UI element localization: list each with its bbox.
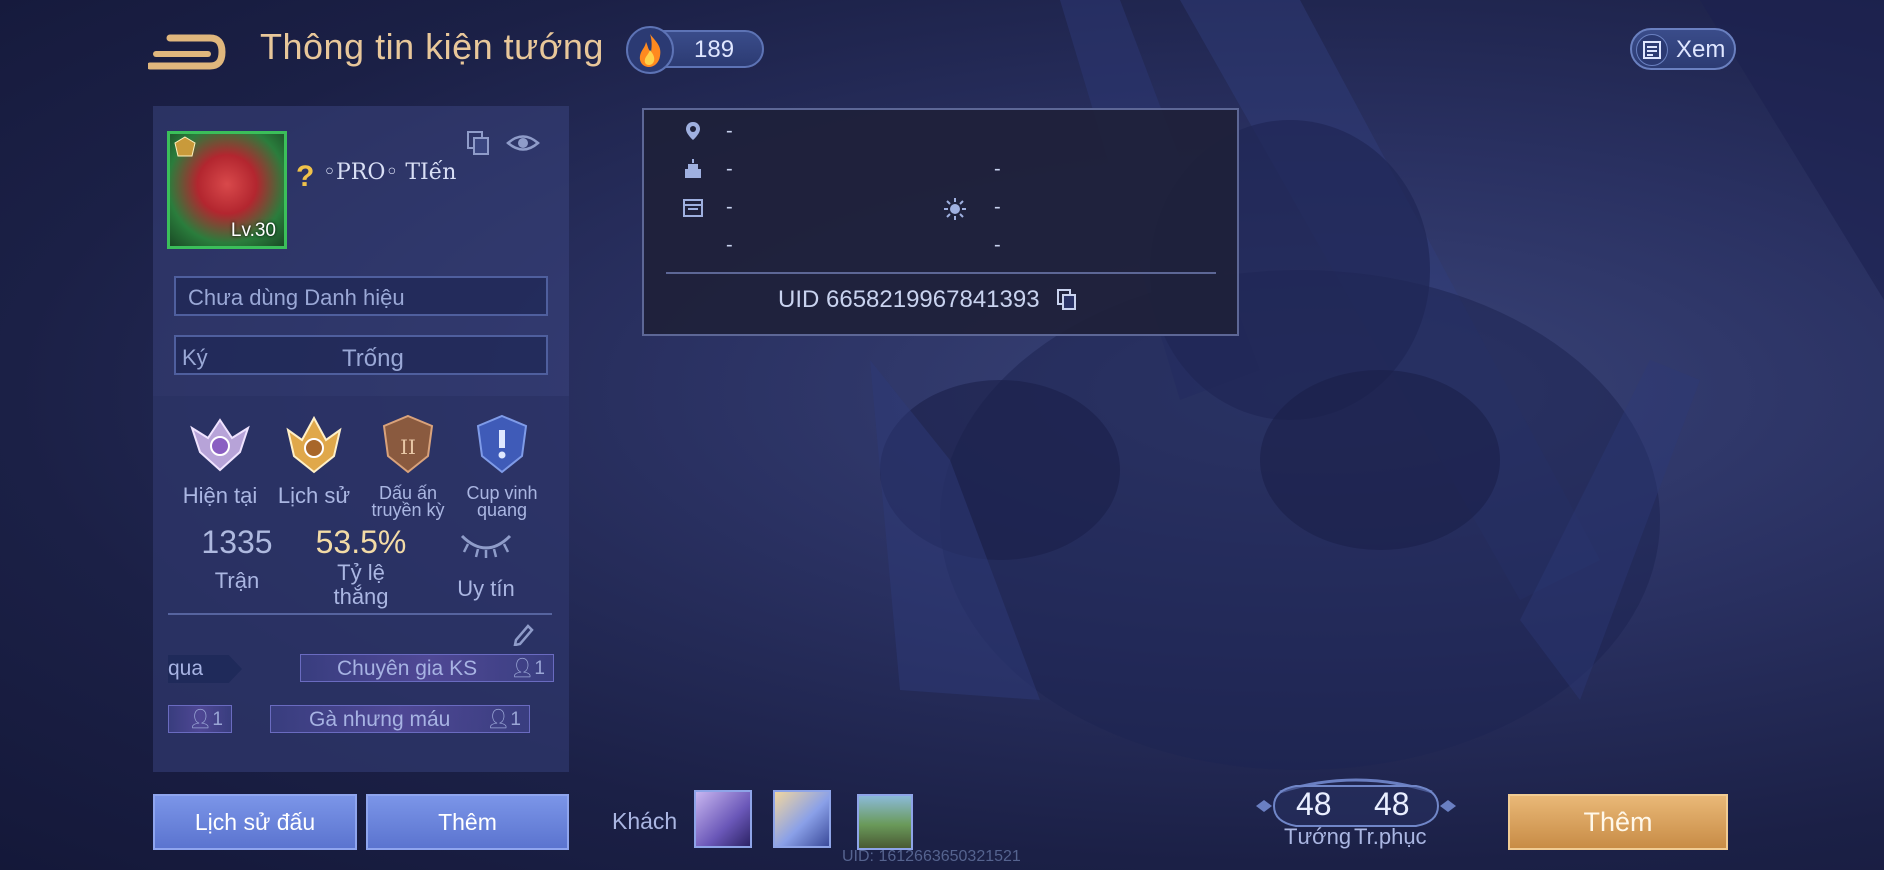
guest-avatar-1[interactable] xyxy=(694,790,752,848)
info-divider xyxy=(666,272,1216,274)
eye-icon[interactable] xyxy=(506,130,540,156)
stats-divider xyxy=(168,613,552,615)
matches-label: Trận xyxy=(214,568,260,593)
tag-expert-label: Chuyên gia KS xyxy=(337,657,478,680)
mystery-mark: ? xyxy=(296,160,315,193)
legendary-mark-shield-icon: II xyxy=(382,414,434,474)
tag-expert-count: 👤︎1 xyxy=(510,655,545,683)
add-button[interactable]: Thêm xyxy=(1508,794,1728,850)
person-icon: 👤︎ xyxy=(486,709,511,730)
tag-chicken-count-value: 1 xyxy=(510,709,521,730)
player-uid: UID 6658219967841393 xyxy=(778,286,1040,313)
person-icon: 👤︎ xyxy=(510,658,535,679)
rank-badge-icon xyxy=(174,136,196,157)
view-label: Xem xyxy=(1676,36,1726,63)
stat-winrate[interactable]: 53.5% Tỷ lệ thắng xyxy=(306,524,416,609)
guest-label: Khách xyxy=(612,808,678,834)
player-level: Lv.30 xyxy=(230,220,276,241)
tag-expert-count-value: 1 xyxy=(534,658,545,679)
rank-legendary-mark[interactable]: II Dấu ấn truyền kỳ xyxy=(362,412,454,519)
birthday-cake-icon xyxy=(685,159,701,178)
rank-glory-label: Cup vinh quang xyxy=(466,483,538,520)
copy-icon[interactable] xyxy=(466,130,490,156)
tag-small-count: 👤︎1 xyxy=(188,706,223,734)
reputation-label: Uy tín xyxy=(457,576,515,601)
match-history-button[interactable]: Lịch sử đấu xyxy=(153,794,357,850)
title-selector[interactable]: Chưa dùng Danh hiệu xyxy=(174,276,548,316)
signature-value: Trống xyxy=(342,345,404,372)
matches-value: 1335 xyxy=(201,524,273,560)
signature-field[interactable]: Ký Trống xyxy=(174,335,548,375)
collection-counter[interactable]: 48 48 Tướng Tr.phục xyxy=(1256,772,1456,852)
rank-current[interactable]: Hiện tại xyxy=(174,412,266,507)
closed-eye-icon xyxy=(460,534,512,558)
uid-copy-icon[interactable] xyxy=(1056,288,1078,312)
view-button[interactable]: Xem xyxy=(1630,28,1736,70)
rank-glory-cup[interactable]: Cup vinh quang xyxy=(456,412,548,519)
location-value: - xyxy=(726,120,733,142)
tag-small[interactable]: 👤︎1 xyxy=(168,705,232,733)
birthday-value: - xyxy=(726,158,733,180)
tag-chicken[interactable]: Gà nhưng máu 👤︎1 xyxy=(270,705,530,733)
back-arrow-icon[interactable] xyxy=(148,26,226,72)
page-title: Thông tin kiện tướng xyxy=(260,26,604,67)
date-right-value: - xyxy=(994,196,1001,218)
stat-reputation[interactable]: Uy tín xyxy=(436,528,536,601)
date-value: - xyxy=(726,196,733,218)
winrate-value: 53.5% xyxy=(315,524,407,560)
heroes-label: Tướng xyxy=(1284,824,1352,849)
history-rank-emblem-icon xyxy=(286,415,342,474)
more-button[interactable]: Thêm xyxy=(366,794,569,850)
guest-avatar-2[interactable] xyxy=(773,790,831,848)
fire-counter[interactable]: 189 xyxy=(626,26,764,74)
rank-history-label: Lịch sử xyxy=(277,483,351,508)
tag-partial-label: qua xyxy=(168,657,204,680)
birthday-right-value: - xyxy=(994,158,1001,180)
signature-label: Ký xyxy=(182,345,208,370)
guest-avatar-3[interactable] xyxy=(857,794,913,850)
fire-count: 189 xyxy=(694,36,735,63)
rank-legendary-label: Dấu ấn truyền kỳ xyxy=(371,483,445,520)
extra-right-value: - xyxy=(994,234,1001,256)
player-name: ◦PRO◦ TIến xyxy=(323,160,457,185)
stat-matches[interactable]: 1335 Trận xyxy=(187,524,287,593)
rank-history[interactable]: Lịch sử xyxy=(268,412,360,507)
person-icon: 👤︎ xyxy=(188,709,213,730)
tag-partial[interactable]: qua xyxy=(168,655,242,683)
player-info-panel: - - - - - - - UID 6658219967841393 xyxy=(642,108,1239,336)
title-placeholder: Chưa dùng Danh hiệu xyxy=(188,285,405,310)
sun-icon xyxy=(944,198,966,220)
heroes-count: 48 xyxy=(1296,786,1332,822)
player-avatar[interactable]: Lv.30 xyxy=(167,131,287,249)
current-rank-emblem-icon xyxy=(190,418,250,472)
skins-label: Tr.phục xyxy=(1354,824,1427,849)
calendar-icon xyxy=(683,199,703,217)
fire-icon xyxy=(626,26,674,74)
tag-small-count-value: 1 xyxy=(212,709,223,730)
skins-count: 48 xyxy=(1374,786,1410,822)
extra-value: - xyxy=(726,234,733,256)
news-icon xyxy=(1636,34,1668,66)
guest-uid: UID: 1612663650321521 xyxy=(842,848,1021,865)
location-pin-icon xyxy=(686,122,700,140)
svg-text:II: II xyxy=(400,435,416,459)
rank-current-label: Hiện tại xyxy=(182,483,258,508)
edit-pen-icon[interactable] xyxy=(510,620,536,646)
winrate-label: Tỷ lệ thắng xyxy=(333,560,389,609)
tag-chicken-label: Gà nhưng máu xyxy=(309,708,451,731)
tag-chicken-count: 👤︎1 xyxy=(486,706,521,734)
glory-cup-shield-icon xyxy=(476,414,528,474)
tag-expert[interactable]: Chuyên gia KS 👤︎1 xyxy=(300,654,554,682)
